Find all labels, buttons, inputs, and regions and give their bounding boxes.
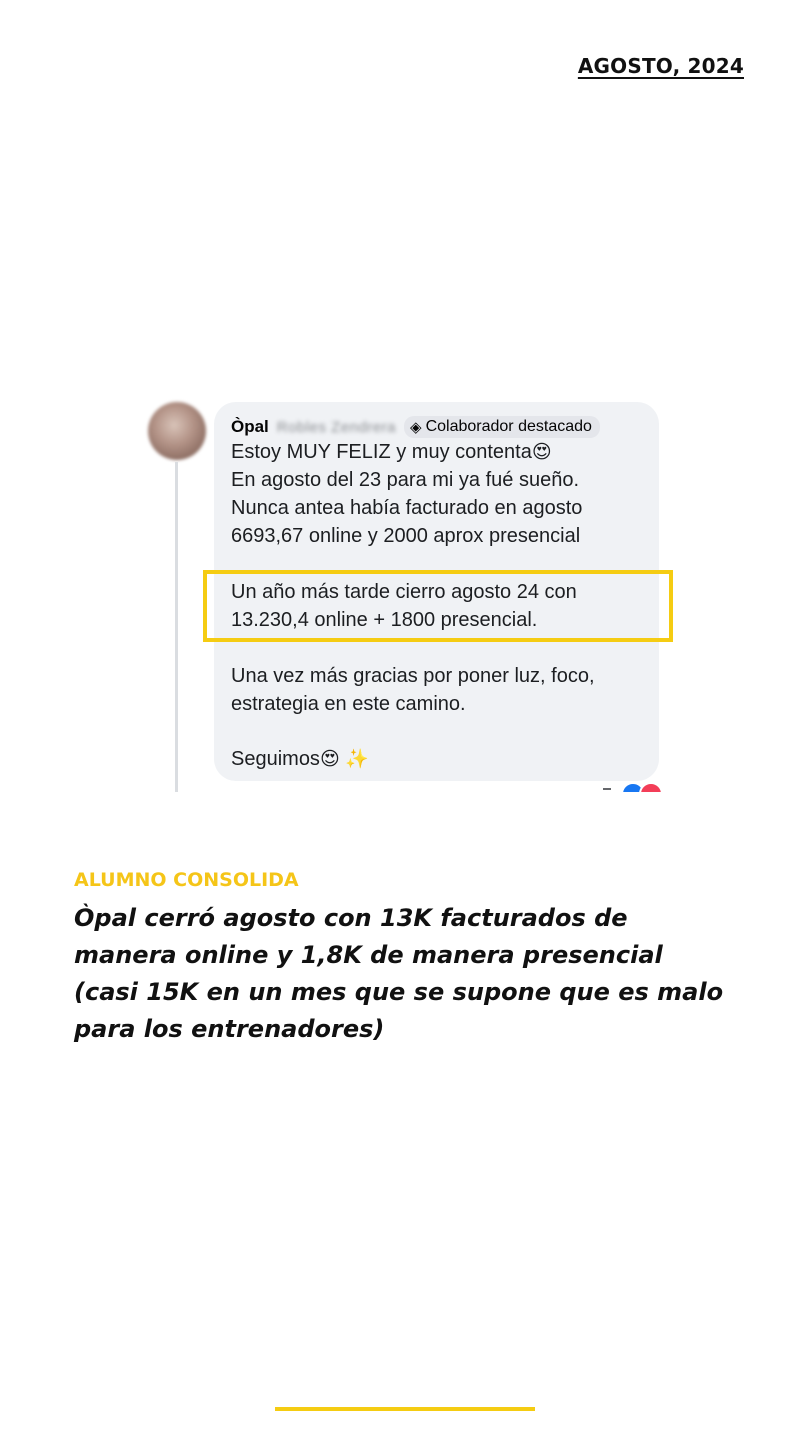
avatar[interactable] <box>148 402 206 460</box>
headline-line: Òpal cerró agosto con 13K facturados de <box>74 904 628 932</box>
author-name[interactable]: Òpal <box>231 417 269 437</box>
comment-author-row: Òpal Robles Zendrera ◈ Colaborador desta… <box>231 414 600 440</box>
bottom-divider <box>275 1407 535 1411</box>
heart-eyes-emoji-icon: 😍 <box>319 749 340 770</box>
headline-line: manera online y 1,8K de manera presencia… <box>74 941 663 969</box>
headline-line: (casi 15K en un mes que se supone que es… <box>74 978 724 1006</box>
comment-line: 6693,67 online y 2000 aprox presencial <box>231 525 581 547</box>
headline: Òpal cerró agosto con 13K facturados de … <box>74 900 754 1048</box>
comment-line: Una vez más gracias por poner luz, foco, <box>231 665 595 687</box>
date-label: AGOSTO, 2024 <box>577 54 744 78</box>
thread-line <box>175 462 178 792</box>
comment-line: Nunca antea había facturado en agosto <box>231 497 583 519</box>
sparkles-icon: ✨ <box>345 749 369 770</box>
comment-signoff: Seguimos😍 ✨ <box>231 745 369 774</box>
badge-label: Colaborador destacado <box>425 418 592 435</box>
diamond-badge-icon: ◈ <box>410 418 422 436</box>
dash-icon <box>603 788 611 790</box>
headline-line: para los entrenadores) <box>74 1015 385 1043</box>
highlighted-line: 13.230,4 online + 1800 presencial. <box>231 609 538 631</box>
reactions[interactable] <box>603 784 663 792</box>
author-surname-blurred: Robles Zendrera <box>276 418 397 436</box>
heart-eyes-emoji-icon: 😍 <box>531 442 552 463</box>
comment-line: Estoy MUY FELIZ y muy contenta😍 <box>231 438 552 467</box>
section-kicker: ALUMNO CONSOLIDA <box>74 869 299 891</box>
highlighted-line: Un año más tarde cierro agosto 24 con <box>231 581 577 603</box>
top-contributor-badge: ◈ Colaborador destacado <box>404 416 600 438</box>
comment-line: En agosto del 23 para mi ya fué sueño. <box>231 469 580 491</box>
love-reaction-icon <box>639 784 663 792</box>
comment-line: estrategia en este camino. <box>231 693 466 715</box>
